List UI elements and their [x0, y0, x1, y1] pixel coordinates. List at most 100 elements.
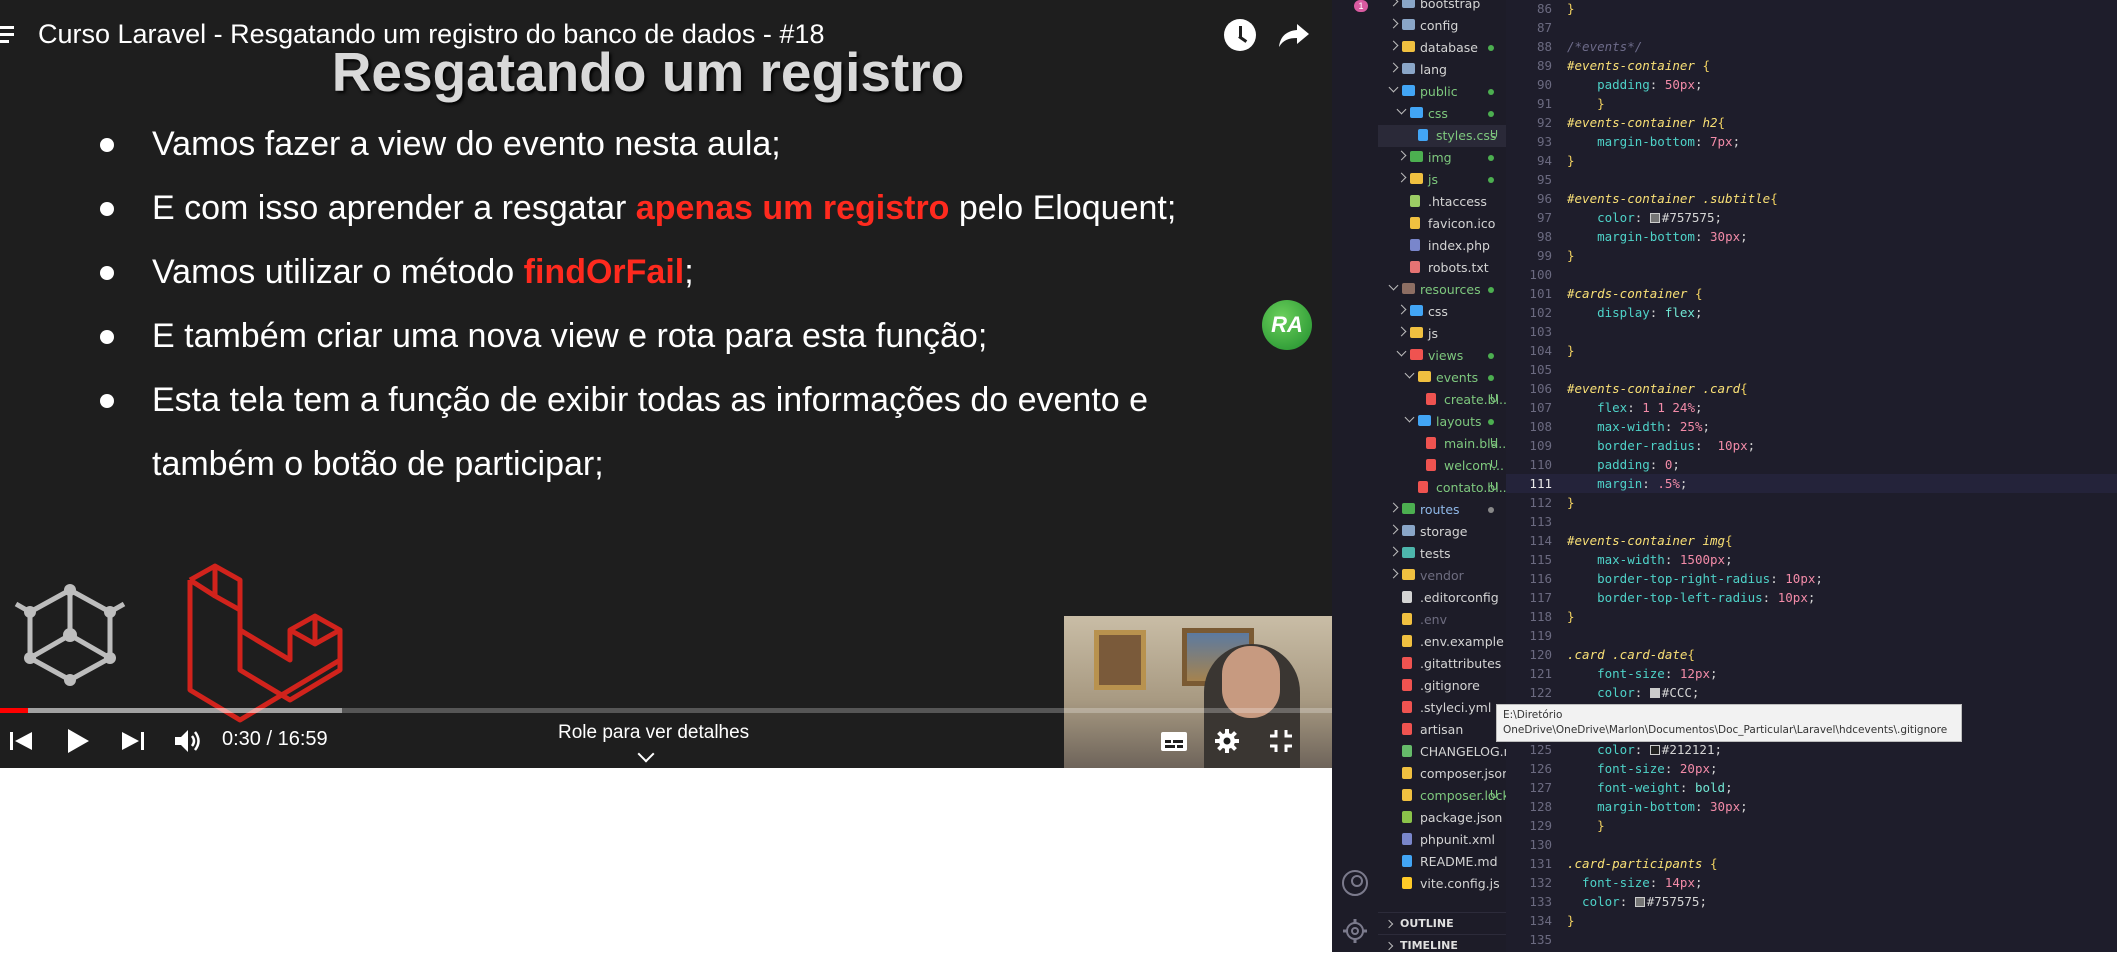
code-editor[interactable]: 86} 87 88 /*events*/ 89 #events-container {90…: [1506, 0, 2117, 952]
timeline-section[interactable]: TIMELINE: [1378, 934, 1506, 956]
code-line[interactable]: 122 color: #CCC;: [1506, 683, 2117, 702]
explorer-folder[interactable]: config: [1378, 15, 1506, 37]
explorer-file[interactable]: styles.css U: [1378, 125, 1506, 147]
explorer-folder[interactable]: js: [1378, 169, 1506, 191]
code-line[interactable]: 134}: [1506, 911, 2117, 930]
explorer-folder[interactable]: bootstrap: [1378, 0, 1506, 15]
explorer-file[interactable]: .editorconfig: [1378, 587, 1506, 609]
color-swatch[interactable]: [1649, 745, 1660, 755]
code-line[interactable]: 86}: [1506, 0, 2117, 18]
code-line[interactable]: 102 display: flex;: [1506, 303, 2117, 322]
explorer-file[interactable]: README.md: [1378, 851, 1506, 873]
scroll-for-details-hint[interactable]: Role para ver detalhes: [558, 722, 749, 744]
explorer-file[interactable]: phpunit.xml: [1378, 829, 1506, 851]
code-line[interactable]: 114 #events-container img{: [1506, 531, 2117, 550]
explorer-folder[interactable]: tests: [1378, 543, 1506, 565]
code-line[interactable]: 101 #cards-container {: [1506, 284, 2117, 303]
explorer-file[interactable]: .env.example: [1378, 631, 1506, 653]
code-line[interactable]: 92 #events-container h2{: [1506, 113, 2117, 132]
captions-icon[interactable]: [1160, 728, 1188, 754]
explorer-file[interactable]: main.bla... U: [1378, 433, 1506, 455]
explorer-file[interactable]: composer.lock U: [1378, 785, 1506, 807]
video-player[interactable]: Curso Laravel - Resgatando um registro d…: [0, 0, 1332, 768]
color-swatch[interactable]: [1649, 213, 1660, 223]
explorer-file[interactable]: .env: [1378, 609, 1506, 631]
code-line[interactable]: 131 .card-participants {: [1506, 854, 2117, 873]
explorer-folder[interactable]: vendor: [1378, 565, 1506, 587]
code-line[interactable]: 91 }: [1506, 94, 2117, 113]
code-line[interactable]: 110 padding: 0;: [1506, 455, 2117, 474]
code-line[interactable]: 118}: [1506, 607, 2117, 626]
code-line[interactable]: 113: [1506, 512, 2117, 531]
explorer-folder[interactable]: img: [1378, 147, 1506, 169]
explorer-folder[interactable]: lang: [1378, 59, 1506, 81]
explorer-folder[interactable]: routes: [1378, 499, 1506, 521]
code-line[interactable]: 88 /*events*/: [1506, 37, 2117, 56]
exit-fullscreen-icon[interactable]: [1268, 728, 1294, 754]
explorer-folder[interactable]: events: [1378, 367, 1506, 389]
code-line[interactable]: 127 font-weight: bold;: [1506, 778, 2117, 797]
explorer-folder[interactable]: layouts: [1378, 411, 1506, 433]
code-line[interactable]: 93 margin-bottom: 7px;: [1506, 132, 2117, 151]
code-line[interactable]: 99}: [1506, 246, 2117, 265]
code-line[interactable]: 128 margin-bottom: 30px;: [1506, 797, 2117, 816]
explorer-folder[interactable]: database: [1378, 37, 1506, 59]
code-line[interactable]: 133 color: #757575;: [1506, 892, 2117, 911]
explorer-folder[interactable]: css: [1378, 301, 1506, 323]
code-line[interactable]: 96 #events-container .subtitle{: [1506, 189, 2117, 208]
code-line[interactable]: 107 flex: 1 1 24%;: [1506, 398, 2117, 417]
explorer-folder[interactable]: js: [1378, 323, 1506, 345]
account-icon[interactable]: [1342, 870, 1368, 896]
explorer-file[interactable]: vite.config.js: [1378, 873, 1506, 895]
code-line[interactable]: 94}: [1506, 151, 2117, 170]
code-line[interactable]: 119: [1506, 626, 2117, 645]
code-line[interactable]: 90 padding: 50px;: [1506, 75, 2117, 94]
explorer-file[interactable]: .gitignore: [1378, 675, 1506, 697]
gear-icon[interactable]: [1342, 918, 1368, 944]
explorer-folder[interactable]: public: [1378, 81, 1506, 103]
previous-icon[interactable]: [10, 728, 32, 754]
explorer-folder[interactable]: views: [1378, 345, 1506, 367]
code-line[interactable]: 129 }: [1506, 816, 2117, 835]
color-swatch[interactable]: [1649, 688, 1660, 698]
explorer-folder[interactable]: css: [1378, 103, 1506, 125]
explorer-file[interactable]: package.json: [1378, 807, 1506, 829]
code-line[interactable]: 121 font-size: 12px;: [1506, 664, 2117, 683]
code-line[interactable]: 117 border-top-left-radius: 10px;: [1506, 588, 2117, 607]
code-line[interactable]: 120 .card .card-date{: [1506, 645, 2117, 664]
explorer-file[interactable]: welcom... U: [1378, 455, 1506, 477]
next-icon[interactable]: [122, 728, 144, 754]
code-line[interactable]: 132 font-size: 14px;: [1506, 873, 2117, 892]
play-icon[interactable]: [66, 728, 90, 754]
code-line[interactable]: 97 color: #757575;: [1506, 208, 2117, 227]
code-line[interactable]: 89 #events-container {: [1506, 56, 2117, 75]
explorer-file[interactable]: index.php: [1378, 235, 1506, 257]
code-line[interactable]: 95: [1506, 170, 2117, 189]
outline-section[interactable]: OUTLINE: [1378, 912, 1506, 934]
explorer-file[interactable]: favicon.ico: [1378, 213, 1506, 235]
volume-icon[interactable]: [174, 728, 202, 754]
code-line[interactable]: 135: [1506, 930, 2117, 949]
code-line[interactable]: 115 max-width: 1500px;: [1506, 550, 2117, 569]
code-line[interactable]: 103: [1506, 322, 2117, 341]
code-line[interactable]: 87: [1506, 18, 2117, 37]
explorer-file[interactable]: contato.bl... U: [1378, 477, 1506, 499]
code-line[interactable]: 130: [1506, 835, 2117, 854]
explorer-file[interactable]: .styleci.yml: [1378, 697, 1506, 719]
explorer-folder[interactable]: resources: [1378, 279, 1506, 301]
explorer-file[interactable]: CHANGELOG.md: [1378, 741, 1506, 763]
code-line[interactable]: 112}: [1506, 493, 2117, 512]
code-line[interactable]: 98 margin-bottom: 30px;: [1506, 227, 2117, 246]
code-line[interactable]: 106 #events-container .card{: [1506, 379, 2117, 398]
code-line[interactable]: 126 font-size: 20px;: [1506, 759, 2117, 778]
explorer-file[interactable]: robots.txt: [1378, 257, 1506, 279]
code-line[interactable]: 125 color: #212121;: [1506, 740, 2117, 759]
code-line[interactable]: 109 border-radius: 10px;: [1506, 436, 2117, 455]
explorer-file[interactable]: .htaccess: [1378, 191, 1506, 213]
code-line[interactable]: 108 max-width: 25%;: [1506, 417, 2117, 436]
code-line[interactable]: 111 margin: .5%;: [1506, 474, 2117, 493]
chevron-down-icon[interactable]: [637, 745, 655, 763]
explorer-file[interactable]: create.bl... U: [1378, 389, 1506, 411]
channel-badge[interactable]: RA: [1262, 300, 1312, 350]
settings-icon[interactable]: [1214, 728, 1240, 754]
